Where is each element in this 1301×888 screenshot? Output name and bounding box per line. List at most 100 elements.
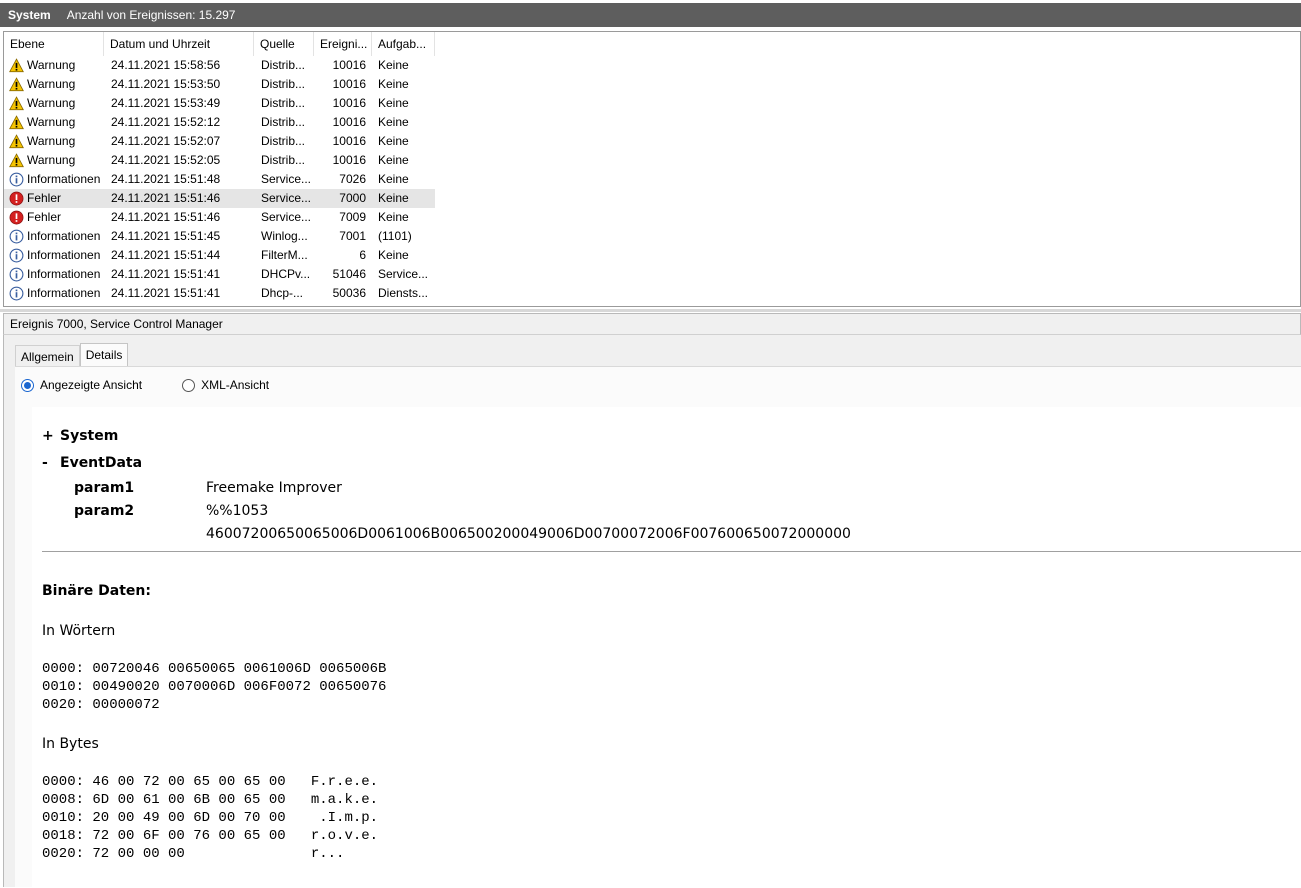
cell-event-id: 10016 [332,77,366,91]
event-list[interactable]: Ebene Datum und Uhrzeit Quelle Ereigni..… [3,31,1301,307]
column-header-source[interactable]: Quelle [254,32,314,56]
event-rows: Warnung 24.11.2021 15:58:56 Distrib... 1001… [4,56,435,303]
info-icon [9,229,24,244]
cell-level: Fehler [4,208,104,227]
view-options: Angezeigte Ansicht XML-Ansicht [21,378,269,392]
tab-details[interactable]: Details [79,343,129,367]
xml-view-label[interactable]: XML-Ansicht [201,378,269,392]
bytes-dump: 0000: 46 00 72 00 65 00 65 00 F.r.e.e. 0… [42,774,379,862]
tree-node-eventdata[interactable]: - EventData [42,455,142,471]
param1-key: param1 [74,480,135,496]
warning-icon [9,134,24,149]
bytes-title: In Bytes [42,736,99,752]
cell-event-id: 7009 [339,210,366,224]
level-text: Warnung [27,77,76,91]
friendly-view-label[interactable]: Angezeigte Ansicht [40,378,142,392]
event-detail-header: Ereignis 7000, Service Control Manager [3,313,1301,335]
cell-task: Keine [378,77,409,91]
event-row[interactable]: Informationen 24.11.2021 15:51:48 Service.… [4,170,435,189]
warning-icon [9,153,24,168]
event-row[interactable]: Warnung 24.11.2021 15:53:49 Distrib... 1001… [4,94,435,113]
cell-event-id: 7001 [339,229,366,243]
warning-icon [9,77,24,92]
cell-date: 24.11.2021 15:51:46 [111,191,221,205]
event-row[interactable]: Warnung 24.11.2021 15:58:56 Distrib... 1001… [4,56,435,75]
cell-source: Distrib... [261,77,306,91]
column-header-date[interactable]: Datum und Uhrzeit [104,32,254,56]
cell-event-id: 51046 [332,267,366,281]
param2-value: %%1053 [206,503,269,519]
column-header-task[interactable]: Aufgab... [372,32,435,56]
event-count: Anzahl von Ereignissen: 15.297 [66,8,236,22]
cell-date: 24.11.2021 15:53:49 [111,96,221,110]
cell-task: Keine [378,58,409,72]
cell-task: Keine [378,115,409,129]
event-row[interactable]: Fehler 24.11.2021 15:51:46 Service... 7009 K… [4,208,435,227]
event-row[interactable]: Warnung 24.11.2021 15:53:50 Distrib... 1001… [4,75,435,94]
info-icon [9,267,24,282]
event-row[interactable]: Informationen 24.11.2021 15:51:41 Dhcp-...… [4,284,435,303]
tree-node-system[interactable]: + System [42,428,118,444]
cell-level: Warnung [4,132,104,151]
cell-task: Keine [378,210,409,224]
event-list-header: Ebene Datum und Uhrzeit Quelle Ereigni..… [4,32,435,56]
collapse-icon[interactable]: - [42,455,60,471]
cell-level: Warnung [4,56,104,75]
cell-event-id: 10016 [332,115,366,129]
cell-task: Keine [378,248,409,262]
cell-date: 24.11.2021 15:52:07 [111,134,221,148]
cell-source: Dhcp-... [261,286,304,300]
tab-general[interactable]: Allgemein [15,345,80,367]
info-icon [9,172,24,187]
cell-event-id: 7000 [339,191,366,205]
cell-event-id: 6 [359,248,366,262]
words-title: In Wörtern [42,623,116,639]
cell-date: 24.11.2021 15:53:50 [111,77,221,91]
cell-task: Service... [378,267,429,281]
warning-icon [9,115,24,130]
level-text: Informationen [27,267,101,281]
event-row[interactable]: Fehler 24.11.2021 15:51:46 Service... 7000 K… [4,189,435,208]
event-row[interactable]: Warnung 24.11.2021 15:52:12 Distrib... 1001… [4,113,435,132]
cell-date: 24.11.2021 15:58:56 [111,58,221,72]
level-text: Informationen [27,286,101,300]
level-text: Informationen [27,248,101,262]
info-icon [9,248,24,263]
event-row[interactable]: Informationen 24.11.2021 15:51:45 Winlog..… [4,227,435,246]
event-row[interactable]: Warnung 24.11.2021 15:52:07 Distrib... 1001… [4,132,435,151]
xml-view-radio[interactable] [182,378,196,392]
level-text: Informationen [27,229,101,243]
cell-date: 24.11.2021 15:51:46 [111,210,221,224]
cell-task: Keine [378,134,409,148]
detail-tabs: Allgemein Details [15,343,129,367]
cell-event-id: 50036 [332,286,366,300]
divider [42,551,1301,552]
level-text: Warnung [27,115,76,129]
tree-label-eventdata: EventData [60,455,143,471]
cell-source: FilterM... [261,248,308,262]
cell-level: Warnung [4,113,104,132]
column-header-event-id[interactable]: Ereigni... [314,32,372,56]
level-text: Warnung [27,58,76,72]
event-row[interactable]: Informationen 24.11.2021 15:51:41 DHCPv...… [4,265,435,284]
cell-date: 24.11.2021 15:52:12 [111,115,221,129]
event-row[interactable]: Informationen 24.11.2021 15:51:44 FilterM.… [4,246,435,265]
binary-value: 46007200650065006D0061006B00650020004900… [206,526,851,542]
expand-icon[interactable]: + [42,428,60,444]
event-row[interactable]: Warnung 24.11.2021 15:52:05 Distrib... 1001… [4,151,435,170]
cell-level: Informationen [4,284,104,303]
cell-level: Informationen [4,246,104,265]
cell-date: 24.11.2021 15:51:44 [111,248,221,262]
tree-label-system: System [60,428,119,444]
cell-source: DHCPv... [261,267,311,281]
cell-date: 24.11.2021 15:51:41 [111,286,221,300]
column-header-level[interactable]: Ebene [4,32,104,56]
friendly-view-radio[interactable] [21,378,34,392]
info-icon [9,286,24,301]
pane-splitter[interactable] [0,309,1301,312]
event-detail-pane: Allgemein Details Angezeigte Ansicht XML… [3,335,1301,888]
level-text: Informationen [27,172,101,186]
cell-task: Diensts... [378,286,429,300]
cell-task: Keine [378,172,409,186]
warning-icon [9,96,24,111]
